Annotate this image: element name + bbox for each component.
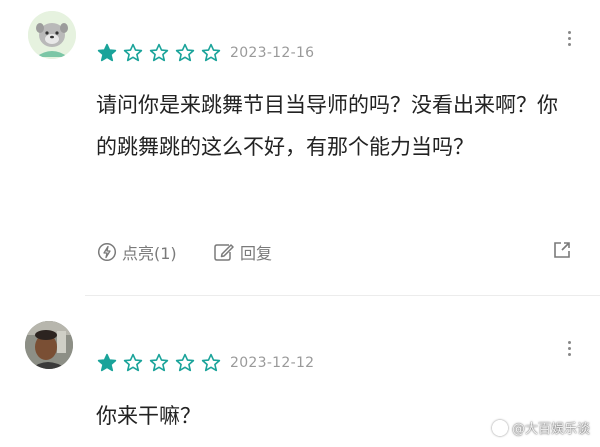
- cartoon-dog-avatar-icon: [28, 11, 76, 59]
- reply-label: 回复: [240, 244, 273, 263]
- rating-stars-2: [97, 353, 221, 373]
- share-icon: [554, 242, 570, 258]
- star-empty-icon: [201, 43, 221, 62]
- review-date-2: 2023-12-12: [230, 355, 315, 371]
- user-avatar-2[interactable]: [25, 321, 73, 369]
- star-empty-icon: [123, 353, 143, 372]
- star-filled-icon: [97, 353, 117, 372]
- review-date: 2023-12-16: [230, 45, 315, 61]
- star-empty-icon: [149, 43, 169, 62]
- watermark: @大百娱乐谈: [491, 418, 590, 437]
- star-empty-icon: [123, 43, 143, 62]
- star-empty-icon: [175, 43, 195, 62]
- star-empty-icon: [149, 353, 169, 372]
- photo-avatar-icon: [25, 321, 73, 369]
- review-card-1: 2023-12-16 请问你是来跳舞节目当导师的吗？没看出来啊？你的跳舞跳的这么…: [0, 0, 600, 296]
- like-button[interactable]: 点亮(1): [97, 240, 177, 264]
- reply-button[interactable]: 回复: [213, 240, 272, 264]
- share-button[interactable]: [552, 240, 572, 260]
- review-text: 请问你是来跳舞节目当导师的吗？没看出来啊？你的跳舞跳的这么不好，有那个能力当吗？: [96, 93, 558, 159]
- rating-stars: [97, 43, 221, 63]
- more-options-icon-2[interactable]: [565, 341, 573, 356]
- user-avatar[interactable]: [28, 11, 76, 59]
- star-filled-icon: [97, 43, 117, 62]
- watermark-text: @大百娱乐谈: [511, 422, 590, 437]
- star-empty-icon: [201, 353, 221, 372]
- lightning-bolt-icon: [97, 242, 117, 262]
- watermark-logo-icon: [491, 419, 508, 436]
- like-label: 点亮(1): [122, 244, 177, 263]
- more-options-icon[interactable]: [565, 31, 573, 46]
- star-empty-icon: [175, 353, 195, 372]
- edit-icon: [214, 244, 234, 261]
